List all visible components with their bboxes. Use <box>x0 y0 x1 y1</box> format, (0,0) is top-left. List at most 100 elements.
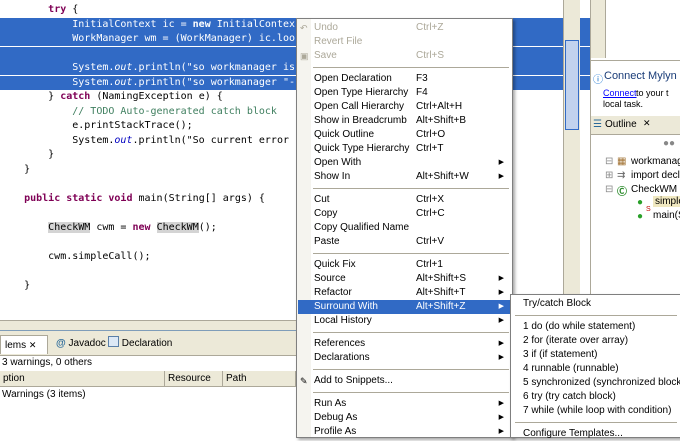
vertical-scrollbar[interactable] <box>591 0 606 58</box>
outline-item-method[interactable]: simple( <box>653 196 680 207</box>
tab-problems[interactable]: lems ✕ <box>0 335 48 354</box>
menu-item-paste[interactable]: Paste Ctrl+V <box>298 235 510 249</box>
column-path[interactable]: Path <box>223 371 296 387</box>
menu-item-add-to-snippets[interactable]: ✎ Add to Snippets... <box>298 374 510 388</box>
menu-item-show-in[interactable]: Show In Alt+Shift+W ▶ <box>298 170 510 184</box>
menu-item-shortcut: Alt+Shift+S <box>416 273 467 284</box>
code-line[interactable]: cwm.simpleCall(); <box>0 250 150 264</box>
code-line[interactable]: CheckWM cwm = new CheckWM(); <box>0 221 217 235</box>
menu-item-declarations[interactable]: Declarations ▶ <box>298 351 510 365</box>
tab-outline[interactable]: Outline <box>605 119 637 130</box>
method-icon: ● <box>637 211 644 222</box>
menu-item-copy-qualified-name[interactable]: Copy Qualified Name <box>298 221 510 235</box>
menu-item-cut[interactable]: Cut Ctrl+X <box>298 193 510 207</box>
code-token: // TODO Auto-generated catch block <box>0 105 277 117</box>
menu-item-shortcut: Ctrl+Alt+H <box>416 101 463 112</box>
menu-item-shortcut: Ctrl+Z <box>416 22 444 33</box>
menu-item-label: Declarations <box>314 352 370 363</box>
menu-item-copy[interactable]: Copy Ctrl+C <box>298 207 510 221</box>
toolbar-icon[interactable]: ●● <box>663 138 675 149</box>
menu-item-label: Save <box>314 50 337 61</box>
submenu-arrow-icon: ▶ <box>498 340 504 347</box>
close-icon[interactable]: ✕ <box>643 118 651 129</box>
menu-item-shortcut: F3 <box>416 73 428 84</box>
submenu-item-3[interactable]: 1 do (do while statement) <box>512 320 680 334</box>
code-line[interactable]: try { <box>0 3 78 17</box>
tab-javadoc[interactable]: @ Javadoc <box>52 335 110 353</box>
snippet-icon: ✎ <box>300 376 308 386</box>
submenu-arrow-icon: ▶ <box>498 317 504 324</box>
code-line[interactable]: } <box>0 163 30 177</box>
tab-label: lems <box>5 340 27 351</box>
submenu-arrow-icon: ▶ <box>498 428 504 435</box>
menu-item-run-as[interactable]: Run As ▶ <box>298 397 510 411</box>
save-icon: ▣ <box>300 51 309 61</box>
submenu-item-11[interactable]: Configure Templates... <box>512 427 680 441</box>
submenu-arrow-icon: ▶ <box>498 303 504 310</box>
submenu-item-5[interactable]: 3 if (if statement) <box>512 348 680 362</box>
outline-item-imports[interactable]: import decla <box>631 170 680 181</box>
menu-item-shortcut: F4 <box>416 87 428 98</box>
column-resource[interactable]: Resource <box>165 371 223 387</box>
submenu-item-6[interactable]: 4 runnable (runnable) <box>512 362 680 376</box>
menu-item-label: Debug As <box>314 412 358 423</box>
outline-item-main[interactable]: main(S <box>653 210 680 221</box>
menu-item-show-in-breadcrumb[interactable]: Show in Breadcrumb Alt+Shift+B <box>298 114 510 128</box>
menu-item-quick-type-hierarchy[interactable]: Quick Type Hierarchy Ctrl+T <box>298 142 510 156</box>
info-icon: ⓘ <box>593 75 603 86</box>
menu-item-profile-as[interactable]: Profile As ▶ <box>298 425 510 439</box>
menu-separator <box>313 369 509 370</box>
menu-item-label: Copy <box>314 208 338 219</box>
menu-item-source[interactable]: Source Alt+Shift+S ▶ <box>298 272 510 286</box>
outline-item-class[interactable]: CheckWM <box>631 184 677 195</box>
code-line[interactable]: } <box>0 279 30 293</box>
code-token: cwm = <box>90 221 133 233</box>
menu-item-quick-outline[interactable]: Quick Outline Ctrl+O <box>298 128 510 142</box>
submenu-arrow-icon: ▶ <box>498 400 504 407</box>
code-line[interactable]: e.printStackTrace(); <box>0 119 192 133</box>
menu-item-open-with[interactable]: Open With ▶ <box>298 156 510 170</box>
code-line[interactable]: } catch (NamingException e) { <box>0 90 223 104</box>
code-token: catch <box>60 91 91 102</box>
code-token: new <box>132 221 151 233</box>
mylyn-text-2: local task. <box>603 99 644 109</box>
menu-item-shortcut: Alt+Shift+Z <box>416 301 466 312</box>
connect-link[interactable]: Connect <box>603 88 637 98</box>
menu-item-refactor[interactable]: Refactor Alt+Shift+T ▶ <box>298 286 510 300</box>
submenu-item-8[interactable]: 6 try (try catch block) <box>512 390 680 404</box>
collapse-icon[interactable]: ⊟ <box>605 156 613 167</box>
menu-item-save: ▣ Save Ctrl+S <box>298 49 510 63</box>
scrollbar-thumb[interactable] <box>565 40 579 130</box>
close-icon[interactable]: ✕ <box>29 340 37 350</box>
menu-item-quick-fix[interactable]: Quick Fix Ctrl+1 <box>298 258 510 272</box>
editor-vertical-scrollbar[interactable] <box>563 0 580 320</box>
submenu-item-9[interactable]: 7 while (while loop with condition) <box>512 404 680 418</box>
submenu-item-7[interactable]: 5 synchronized (synchronized block) <box>512 376 680 390</box>
submenu-item-4[interactable]: 2 for (iterate over array) <box>512 334 680 348</box>
code-token: System. <box>0 134 115 146</box>
code-line[interactable]: System.out.println("So current error <box>0 134 289 148</box>
menu-item-label: Quick Type Hierarchy <box>314 143 410 154</box>
declaration-icon <box>108 336 119 347</box>
submenu-item-1[interactable]: Try/catch Block <box>512 297 680 311</box>
column-description[interactable]: ption <box>0 371 165 387</box>
expand-icon[interactable]: ⊞ <box>605 170 613 181</box>
tab-declaration[interactable]: Declaration <box>104 335 176 353</box>
code-line[interactable]: // TODO Auto-generated catch block <box>0 105 277 119</box>
code-token: { <box>66 4 79 15</box>
menu-item-debug-as[interactable]: Debug As ▶ <box>298 411 510 425</box>
code-line[interactable]: } <box>0 148 54 162</box>
menu-item-references[interactable]: References ▶ <box>298 337 510 351</box>
outline-item-package[interactable]: workmanage <box>631 156 680 167</box>
menu-item-open-type-hierarchy[interactable]: Open Type Hierarchy F4 <box>298 86 510 100</box>
menu-item-local-history[interactable]: Local History ▶ <box>298 314 510 328</box>
menu-item-surround-with[interactable]: Surround With Alt+Shift+Z ▶ <box>298 300 510 314</box>
method-icon: ● <box>637 197 644 208</box>
warnings-row[interactable]: Warnings (3 items) <box>2 389 86 400</box>
collapse-icon[interactable]: ⊟ <box>605 184 613 195</box>
menu-item-open-declaration[interactable]: Open Declaration F3 <box>298 72 510 86</box>
code-line[interactable]: public static void main(String[] args) { <box>0 192 265 206</box>
menu-item-open-call-hierarchy[interactable]: Open Call Hierarchy Ctrl+Alt+H <box>298 100 510 114</box>
menu-item-label: Open Call Hierarchy <box>314 101 405 112</box>
